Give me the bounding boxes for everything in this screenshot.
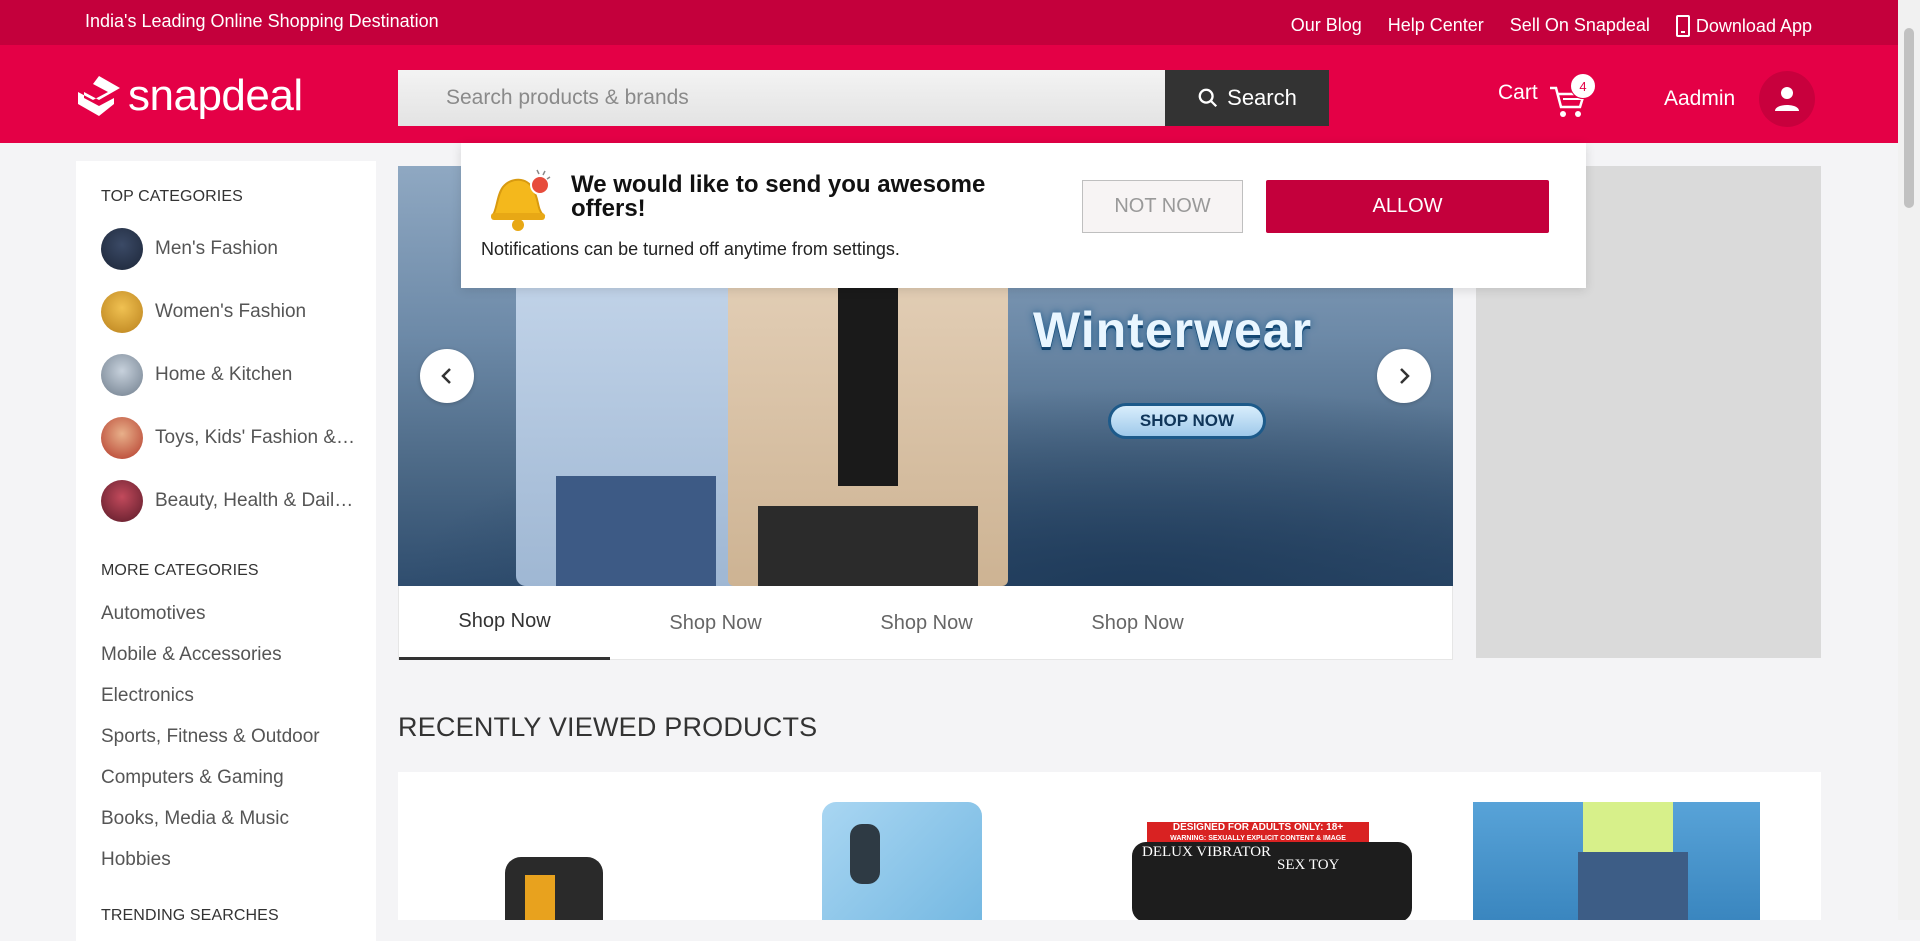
notification-title: We would like to send you awesome offers… [571, 171, 986, 222]
user-icon [1775, 87, 1800, 111]
product-card-adult[interactable]: DESIGNED FOR ADULTS ONLY: 18+ WARNING: S… [1132, 822, 1412, 920]
product-card-phone-case[interactable] [822, 802, 982, 920]
more-category-hobbies[interactable]: Hobbies [101, 849, 171, 871]
snapdeal-logo[interactable]: snapdeal [76, 71, 303, 121]
page-scrollbar[interactable] [1898, 0, 1920, 920]
download-app-label: Download App [1695, 15, 1812, 36]
more-category-books[interactable]: Books, Media & Music [101, 808, 289, 830]
chevron-right-icon [1400, 368, 1410, 384]
recently-viewed-title: RECENTLY VIEWED PRODUCTS [398, 712, 818, 742]
logo-text: snapdeal [128, 71, 303, 120]
search-bar: Search [398, 70, 1329, 126]
category-thumbnail [101, 291, 143, 333]
category-home-kitchen[interactable]: Home & Kitchen [101, 354, 360, 396]
search-button[interactable]: Search [1165, 70, 1329, 126]
notification-subtitle: Notifications can be turned off anytime … [481, 239, 900, 259]
banner-headline: Winterwear [1033, 302, 1313, 358]
header: snapdeal Search Cart 4 Aadmin [0, 45, 1898, 143]
download-app-link[interactable]: Download App [1675, 15, 1812, 37]
top-categories-title: TOP CATEGORIES [101, 188, 243, 205]
recently-viewed-panel: DESIGNED FOR ADULTS ONLY: 18+ WARNING: S… [398, 772, 1821, 920]
category-label: Men's Fashion [155, 238, 278, 259]
snapdeal-logo-icon [76, 74, 122, 118]
banner-next-button[interactable] [1377, 349, 1431, 403]
banner-prev-button[interactable] [420, 349, 474, 403]
tagline: India's Leading Online Shopping Destinat… [85, 11, 439, 31]
trending-searches-title: TRENDING SEARCHES [101, 907, 279, 924]
category-sidebar: TOP CATEGORIES Men's Fashion Women's Fas… [76, 161, 376, 941]
bell-icon [491, 169, 551, 231]
category-beauty-health[interactable]: Beauty, Health & Daily ... [101, 480, 360, 522]
category-thumbnail [101, 228, 143, 270]
category-label: Women's Fashion [155, 301, 307, 322]
banner-tab-2[interactable]: Shop Now [610, 586, 821, 660]
allow-button[interactable]: ALLOW [1266, 180, 1549, 233]
more-category-computers[interactable]: Computers & Gaming [101, 767, 284, 789]
chevron-left-icon [441, 368, 451, 384]
more-category-electronics[interactable]: Electronics [101, 685, 194, 707]
banner-shop-now-button[interactable]: SHOP NOW [1108, 403, 1266, 439]
more-category-mobile[interactable]: Mobile & Accessories [101, 644, 282, 666]
search-icon [1198, 88, 1218, 108]
search-input[interactable] [398, 70, 1165, 126]
category-thumbnail [101, 354, 143, 396]
category-womens-fashion[interactable]: Women's Fashion [101, 291, 360, 333]
product-card-phone[interactable] [505, 857, 603, 920]
category-label: Toys, Kids' Fashion & m... [155, 427, 360, 448]
notification-prompt: We would like to send you awesome offers… [461, 143, 1586, 288]
more-category-automotives[interactable]: Automotives [101, 603, 206, 625]
banner-tabs: Shop Now Shop Now Shop Now Shop Now [398, 586, 1453, 660]
adult-label-1: DESIGNED FOR ADULTS ONLY: 18+ [1172, 822, 1344, 833]
category-mens-fashion[interactable]: Men's Fashion [101, 228, 360, 270]
category-thumbnail [101, 417, 143, 459]
category-label: Beauty, Health & Daily ... [155, 490, 360, 511]
category-label: Home & Kitchen [155, 364, 293, 385]
banner-tab-4[interactable]: Shop Now [1032, 586, 1243, 660]
banner-tab-3[interactable]: Shop Now [821, 586, 1032, 660]
avatar [1759, 71, 1816, 127]
cart-label: Cart [1498, 81, 1538, 104]
help-center-link[interactable]: Help Center [1388, 15, 1484, 37]
top-strip: India's Leading Online Shopping Destinat… [0, 0, 1898, 45]
category-thumbnail [101, 480, 143, 522]
banner-tab-1[interactable]: Shop Now [399, 586, 610, 660]
our-blog-link[interactable]: Our Blog [1291, 15, 1362, 37]
not-now-button[interactable]: NOT NOW [1082, 180, 1243, 233]
user-name: Aadmin [1664, 87, 1736, 110]
phone-icon [1675, 15, 1690, 37]
cart-count-badge: 4 [1570, 73, 1596, 99]
product-card-jeans[interactable] [1473, 802, 1760, 920]
more-categories-title: MORE CATEGORIES [101, 562, 259, 579]
user-menu[interactable]: Aadmin [1664, 71, 1816, 127]
category-toys-kids[interactable]: Toys, Kids' Fashion & m... [101, 417, 360, 459]
scrollbar-thumb[interactable] [1904, 28, 1914, 208]
search-button-label: Search [1227, 85, 1297, 110]
top-links: Our Blog Help Center Sell On Snapdeal Do… [1291, 15, 1812, 37]
cart-button[interactable]: Cart 4 [1498, 73, 1596, 119]
more-category-sports[interactable]: Sports, Fitness & Outdoor [101, 726, 320, 748]
sell-on-snapdeal-link[interactable]: Sell On Snapdeal [1510, 15, 1650, 37]
